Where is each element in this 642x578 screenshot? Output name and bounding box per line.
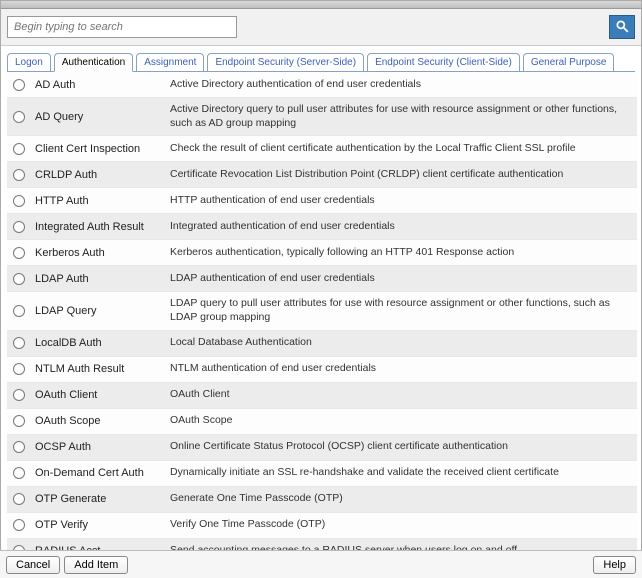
tab-endpoint-security-server-side-[interactable]: Endpoint Security (Server-Side) [207, 53, 364, 72]
radio-button[interactable] [13, 169, 25, 181]
tab-assignment[interactable]: Assignment [136, 53, 204, 72]
radio-button[interactable] [13, 389, 25, 401]
list-item[interactable]: OAuth ScopeOAuth Scope [7, 409, 637, 435]
item-description: OAuth Scope [170, 414, 232, 428]
item-description: LDAP query to pull user attributes for u… [170, 297, 631, 324]
item-description: Verify One Time Passcode (OTP) [170, 518, 325, 532]
radio-button[interactable] [13, 363, 25, 375]
auth-list[interactable]: AD AuthActive Directory authentication o… [7, 72, 637, 550]
list-item[interactable]: OTP VerifyVerify One Time Passcode (OTP) [7, 513, 637, 539]
radio-button[interactable] [13, 415, 25, 427]
item-name: Client Cert Inspection [35, 143, 170, 155]
radio-button[interactable] [13, 195, 25, 207]
radio-button[interactable] [13, 143, 25, 155]
item-name: On-Demand Cert Auth [35, 467, 170, 479]
item-name: Kerberos Auth [35, 247, 170, 259]
item-description: Dynamically initiate an SSL re-handshake… [170, 466, 559, 480]
item-description: Active Directory authentication of end u… [170, 78, 421, 92]
list-item[interactable]: On-Demand Cert AuthDynamically initiate … [7, 461, 637, 487]
list-item[interactable]: AD AuthActive Directory authentication o… [7, 72, 637, 98]
item-description: Kerberos authentication, typically follo… [170, 246, 514, 260]
tab-authentication[interactable]: Authentication [54, 53, 133, 72]
list-item[interactable]: OTP GenerateGenerate One Time Passcode (… [7, 487, 637, 513]
search-input[interactable] [7, 16, 237, 38]
list-item[interactable]: LocalDB AuthLocal Database Authenticatio… [7, 331, 637, 357]
radio-button[interactable] [13, 305, 25, 317]
item-name: LDAP Query [35, 305, 170, 317]
radio-button[interactable] [13, 221, 25, 233]
list-item[interactable]: LDAP QueryLDAP query to pull user attrib… [7, 292, 637, 330]
footer: Cancel Add Item Help [0, 550, 642, 578]
search-bar [1, 9, 641, 46]
search-icon [615, 19, 629, 36]
list-item[interactable]: HTTP AuthHTTP authentication of end user… [7, 188, 637, 214]
item-name: Integrated Auth Result [35, 221, 170, 233]
list-item[interactable]: Client Cert InspectionCheck the result o… [7, 136, 637, 162]
tab-endpoint-security-client-side-[interactable]: Endpoint Security (Client-Side) [367, 53, 520, 72]
item-description: Local Database Authentication [170, 336, 312, 350]
item-name: OAuth Scope [35, 415, 170, 427]
item-name: CRLDP Auth [35, 169, 170, 181]
tab-bar: LogonAuthenticationAssignmentEndpoint Se… [1, 46, 641, 71]
radio-button[interactable] [13, 519, 25, 531]
radio-button[interactable] [13, 111, 25, 123]
window-titlebar [1, 1, 641, 9]
radio-button[interactable] [13, 79, 25, 91]
radio-button[interactable] [13, 467, 25, 479]
item-name: AD Auth [35, 79, 170, 91]
list-item[interactable]: OCSP AuthOnline Certificate Status Proto… [7, 435, 637, 461]
tab-logon[interactable]: Logon [7, 53, 51, 72]
item-description: Integrated authentication of end user cr… [170, 220, 395, 234]
cancel-button[interactable]: Cancel [6, 556, 60, 574]
list-item[interactable]: AD QueryActive Directory query to pull u… [7, 98, 637, 136]
item-description: OAuth Client [170, 388, 230, 402]
item-description: HTTP authentication of end user credenti… [170, 194, 375, 208]
item-description: Online Certificate Status Protocol (OCSP… [170, 440, 508, 454]
radio-button[interactable] [13, 493, 25, 505]
item-name: LDAP Auth [35, 273, 170, 285]
radio-button[interactable] [13, 337, 25, 349]
item-name: HTTP Auth [35, 195, 170, 207]
list-item[interactable]: Kerberos AuthKerberos authentication, ty… [7, 240, 637, 266]
radio-button[interactable] [13, 247, 25, 259]
search-button[interactable] [609, 15, 635, 39]
radio-button[interactable] [13, 441, 25, 453]
list-item[interactable]: NTLM Auth ResultNTLM authentication of e… [7, 357, 637, 383]
item-name: LocalDB Auth [35, 337, 170, 349]
item-name: OAuth Client [35, 389, 170, 401]
list-item[interactable]: OAuth ClientOAuth Client [7, 383, 637, 409]
list-item[interactable]: RADIUS AcctSend accounting messages to a… [7, 539, 637, 550]
item-name: OCSP Auth [35, 441, 170, 453]
item-description: NTLM authentication of end user credenti… [170, 362, 376, 376]
help-button[interactable]: Help [593, 556, 636, 574]
tab-general-purpose[interactable]: General Purpose [523, 53, 615, 72]
item-name: OTP Verify [35, 519, 170, 531]
item-description: Check the result of client certificate a… [170, 142, 576, 156]
list-item[interactable]: LDAP AuthLDAP authentication of end user… [7, 266, 637, 292]
list-item[interactable]: Integrated Auth ResultIntegrated authent… [7, 214, 637, 240]
item-description: LDAP authentication of end user credenti… [170, 272, 375, 286]
item-name: AD Query [35, 111, 170, 123]
item-name: NTLM Auth Result [35, 363, 170, 375]
item-description: Certificate Revocation List Distribution… [170, 168, 563, 182]
item-name: OTP Generate [35, 493, 170, 505]
item-description: Active Directory query to pull user attr… [170, 103, 631, 130]
item-description: Generate One Time Passcode (OTP) [170, 492, 343, 506]
list-item[interactable]: CRLDP AuthCertificate Revocation List Di… [7, 162, 637, 188]
radio-button[interactable] [13, 273, 25, 285]
add-item-button[interactable]: Add Item [64, 556, 128, 574]
